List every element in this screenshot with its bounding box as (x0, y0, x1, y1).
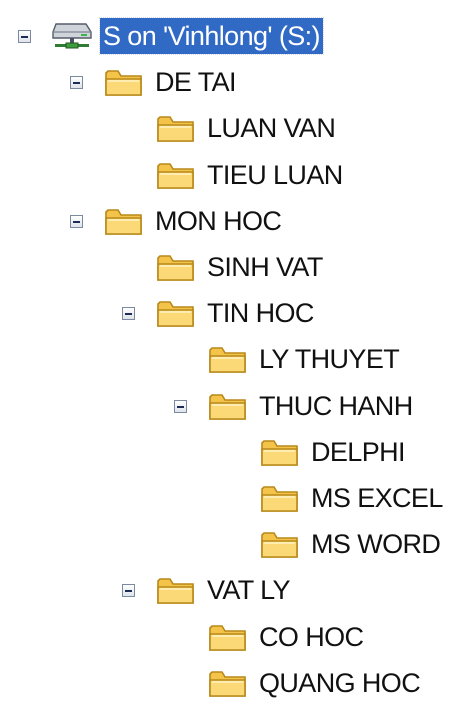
tree-node-quang-hoc[interactable]: QUANG HOC (0, 662, 453, 704)
tree-node-label[interactable]: VAT LY (204, 572, 293, 608)
tree-node-label[interactable]: LUAN VAN (204, 110, 338, 146)
tree-node-thuc-hanh[interactable]: THUC HANH (0, 385, 453, 427)
tree-node-drive-s[interactable]: S on 'Vinhlong' (S:) (0, 15, 453, 57)
folder-icon (208, 390, 248, 427)
collapse-toggle-icon[interactable] (70, 214, 83, 228)
collapse-toggle-icon[interactable] (122, 584, 135, 598)
folder-icon (156, 112, 196, 149)
tree-node-ms-word[interactable]: MS WORD (0, 523, 453, 565)
collapse-toggle-icon[interactable] (122, 307, 135, 321)
folder-icon (208, 343, 248, 380)
folder-icon (260, 482, 300, 519)
tree-node-label[interactable]: MON HOC (152, 203, 284, 239)
tree-node-mon-hoc[interactable]: MON HOC (0, 200, 453, 242)
tree-node-label[interactable]: QUANG HOC (256, 665, 423, 701)
folder-icon (208, 667, 248, 704)
tree-node-label[interactable]: DELPHI (308, 434, 408, 470)
collapse-toggle-icon[interactable] (70, 76, 83, 90)
folder-icon (156, 251, 196, 288)
tree-node-ly-thuyet[interactable]: LY THUYET (0, 338, 453, 380)
tree-node-luan-van[interactable]: LUAN VAN (0, 107, 453, 149)
tree-node-label[interactable]: DE TAI (152, 64, 239, 100)
folder-icon (156, 159, 196, 196)
tree-node-sinh-vat[interactable]: SINH VAT (0, 246, 453, 288)
tree-node-label[interactable]: THUC HANH (256, 388, 416, 424)
folder-icon (260, 436, 300, 473)
collapse-toggle-icon[interactable] (174, 399, 187, 413)
tree-node-ms-excel[interactable]: MS EXCEL (0, 477, 453, 519)
tree-node-tin-hoc[interactable]: TIN HOC (0, 292, 453, 334)
folder-icon (260, 528, 300, 565)
tree-node-label[interactable]: MS WORD (308, 526, 443, 562)
tree-node-delphi[interactable]: DELPHI (0, 431, 453, 473)
tree-node-label[interactable]: LY THUYET (256, 341, 402, 377)
folder-icon (156, 574, 196, 611)
folder-icon (156, 297, 196, 334)
tree-node-label[interactable]: SINH VAT (204, 249, 326, 285)
tree-node-tieu-luan[interactable]: TIEU LUAN (0, 154, 453, 196)
tree-node-label[interactable]: MS EXCEL (308, 480, 446, 516)
tree-node-label[interactable]: TIN HOC (204, 295, 317, 331)
folder-icon (208, 621, 248, 658)
tree-node-label[interactable]: CO HOC (256, 619, 366, 655)
network-drive-icon (50, 18, 94, 57)
folder-tree: S on 'Vinhlong' (S:) DE TAI LUAN VAN TIEU L… (0, 0, 453, 702)
tree-node-label[interactable]: TIEU LUAN (204, 157, 346, 193)
tree-node-co-hoc[interactable]: CO HOC (0, 616, 453, 658)
folder-icon (104, 205, 144, 242)
tree-node-vat-ly[interactable]: VAT LY (0, 569, 453, 611)
tree-node-de-tai[interactable]: DE TAI (0, 61, 453, 103)
collapse-toggle-icon[interactable] (18, 30, 31, 43)
folder-icon (104, 66, 144, 103)
tree-node-label[interactable]: S on 'Vinhlong' (S:) (99, 17, 324, 55)
